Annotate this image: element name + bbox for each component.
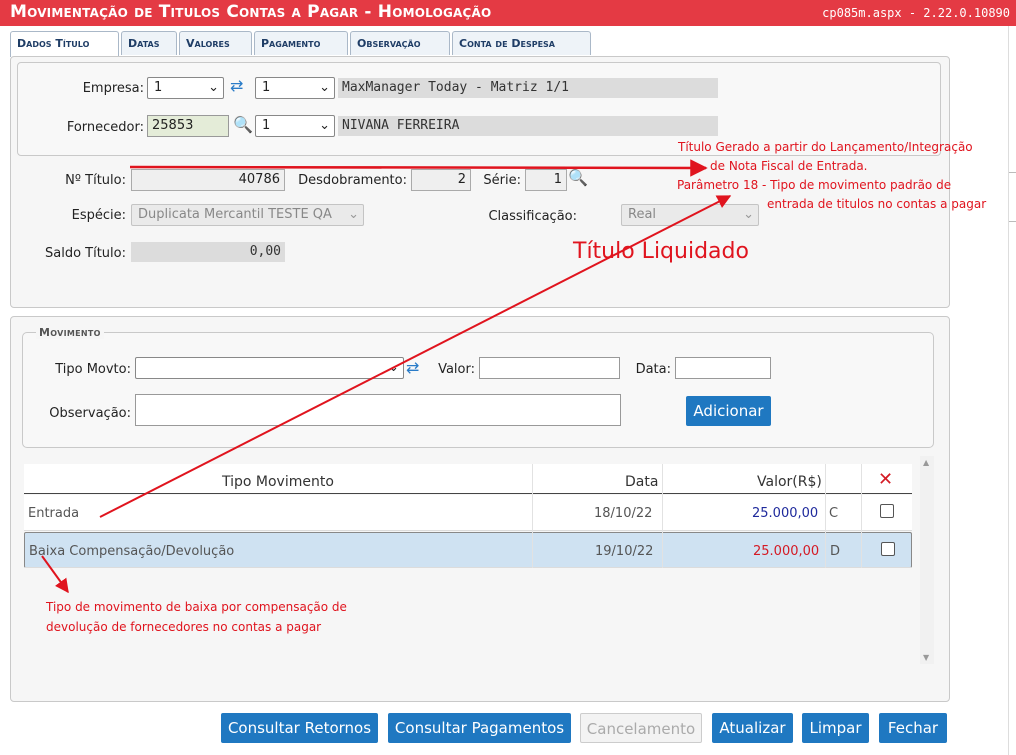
valor-label: Valor: xyxy=(438,362,475,377)
col-divider xyxy=(861,464,862,568)
fornecedor-sub-select[interactable]: 1 ⌄ xyxy=(255,115,335,137)
data-input[interactable] xyxy=(675,357,771,379)
valor-input[interactable] xyxy=(479,357,620,379)
tab-datas[interactable]: Datas xyxy=(121,31,177,55)
fornecedor-sub-value: 1 xyxy=(262,118,271,133)
movimento-fieldset xyxy=(22,332,934,448)
delete-all-icon[interactable]: ✕ xyxy=(878,469,893,490)
table-row[interactable]: Baixa Compensação/Devolução 19/10/22 25.… xyxy=(24,532,912,568)
grid-header: Tipo Movimento Data Valor(R$) ✕ xyxy=(24,464,912,494)
edge-block xyxy=(1009,172,1016,222)
classificacao-label: Classificação: xyxy=(488,209,577,224)
tab-pagamento[interactable]: Pagamento xyxy=(254,31,348,55)
chevron-down-icon: ⌄ xyxy=(319,118,330,133)
annotation-text: Título Gerado a partir do Lançamento/Int… xyxy=(678,140,973,154)
chevron-down-icon: ⌄ xyxy=(388,360,399,375)
limpar-button[interactable]: Limpar xyxy=(802,713,869,743)
tab-observacao[interactable]: Observação xyxy=(350,31,450,55)
numero-titulo-label: Nº Título: xyxy=(65,173,126,188)
col-divider xyxy=(662,464,663,568)
row-data: 18/10/22 xyxy=(594,506,653,521)
row-dc: C xyxy=(829,506,839,521)
row-tipo: Baixa Compensação/Devolução xyxy=(29,544,235,559)
annotation-text: entrada de titulos no contas a pagar xyxy=(767,197,987,211)
chevron-down-icon: ⌄ xyxy=(743,207,754,222)
fornecedor-label: Fornecedor: xyxy=(66,120,144,135)
atualizar-button[interactable]: Atualizar xyxy=(712,713,793,743)
serie-label: Série: xyxy=(483,173,521,188)
tab-dados-titulo[interactable]: Dados Título xyxy=(10,31,119,57)
numero-titulo-input[interactable]: 40786 xyxy=(131,169,285,191)
classificacao-select[interactable]: Real ⌄ xyxy=(621,204,759,226)
especie-value: Duplicata Mercantil TESTE QA xyxy=(138,207,332,222)
consultar-retornos-button[interactable]: Consultar Retornos xyxy=(221,713,378,743)
serie-input[interactable]: 1 xyxy=(525,169,567,191)
empresa-name: MaxManager Today - Matriz 1/1 xyxy=(338,78,718,98)
row-valor: 25.000,00 xyxy=(752,506,819,521)
row-dc: D xyxy=(830,544,841,559)
chevron-down-icon: ⌄ xyxy=(319,80,330,95)
tipo-movto-label: Tipo Movto: xyxy=(55,362,131,377)
row-data: 19/10/22 xyxy=(595,544,654,559)
adicionar-button[interactable]: Adicionar xyxy=(686,396,771,426)
search-icon[interactable]: 🔍 xyxy=(233,117,253,133)
data-label: Data: xyxy=(635,362,671,377)
col-tipo-movimento[interactable]: Tipo Movimento xyxy=(222,474,334,490)
row-tipo: Entrada xyxy=(28,506,80,521)
especie-label: Espécie: xyxy=(71,208,126,223)
grid-scrollbar[interactable]: ▲ ▼ xyxy=(920,456,934,664)
consultar-pagamentos-button[interactable]: Consultar Pagamentos xyxy=(388,713,571,743)
right-edge xyxy=(1008,26,1016,755)
desdobramento-label: Desdobramento: xyxy=(298,173,407,188)
col-divider xyxy=(532,464,533,568)
refresh-icon[interactable]: ⇄ xyxy=(406,360,419,376)
fornecedor-name: NIVANA FERREIRA xyxy=(338,116,718,136)
search-icon[interactable]: 🔍 xyxy=(568,170,588,186)
window-title: Movimentação de Titulos Contas a Pagar -… xyxy=(10,2,492,22)
refresh-icon[interactable]: ⇄ xyxy=(230,78,243,94)
table-row[interactable]: Entrada 18/10/22 25.000,00 C xyxy=(24,495,912,531)
version-label: cp085m.aspx - 2.22.0.10890 xyxy=(822,6,1010,20)
annotation-liquidado: Título Liquidado xyxy=(573,239,749,264)
saldo-titulo-label: Saldo Título: xyxy=(44,246,126,261)
cancelamento-button[interactable]: Cancelamento xyxy=(580,713,702,743)
chevron-down-icon: ⌄ xyxy=(348,207,359,222)
col-divider xyxy=(825,464,826,568)
col-valor[interactable]: Valor(R$) xyxy=(757,474,822,490)
desdobramento-input[interactable]: 2 xyxy=(411,169,471,191)
classificacao-value: Real xyxy=(628,207,657,222)
empresa-label: Empresa: xyxy=(82,81,144,96)
saldo-titulo-value: 0,00 xyxy=(131,242,285,262)
fechar-button[interactable]: Fechar xyxy=(879,713,947,743)
scroll-down-icon[interactable]: ▼ xyxy=(923,653,929,662)
especie-select[interactable]: Duplicata Mercantil TESTE QA ⌄ xyxy=(131,204,364,226)
empresa-select[interactable]: 1 ⌄ xyxy=(147,77,224,99)
tab-valores[interactable]: Valores xyxy=(179,31,252,55)
empresa-sub-select[interactable]: 1 ⌄ xyxy=(255,77,335,99)
observacao-label: Observação: xyxy=(49,406,131,421)
empresa-sub-value: 1 xyxy=(262,80,271,95)
annotation-text: Parâmetro 18 - Tipo de movimento padrão … xyxy=(677,178,952,192)
tipo-movto-select[interactable]: ⌄ xyxy=(135,357,404,379)
row-checkbox[interactable] xyxy=(881,542,895,556)
col-data[interactable]: Data xyxy=(625,474,658,490)
scroll-up-icon[interactable]: ▲ xyxy=(923,458,929,467)
fornecedor-code-input[interactable]: 25853 xyxy=(147,115,229,137)
movimento-legend: Movimento xyxy=(36,326,104,339)
tab-conta-despesa[interactable]: Conta de Despesa xyxy=(452,31,591,55)
row-checkbox[interactable] xyxy=(880,504,894,518)
title-bar: Movimentação de Titulos Contas a Pagar -… xyxy=(0,0,1016,26)
annotation-text: Tipo de movimento de baixa por compensaç… xyxy=(46,600,347,614)
observacao-textarea[interactable] xyxy=(135,394,621,426)
chevron-down-icon: ⌄ xyxy=(208,80,219,95)
empresa-select-value: 1 xyxy=(154,80,163,95)
row-valor: 25.000,00 xyxy=(753,544,820,559)
annotation-text: de Nota Fiscal de Entrada. xyxy=(710,159,868,173)
annotation-text: devolução de fornecedores no contas a pa… xyxy=(46,620,322,634)
